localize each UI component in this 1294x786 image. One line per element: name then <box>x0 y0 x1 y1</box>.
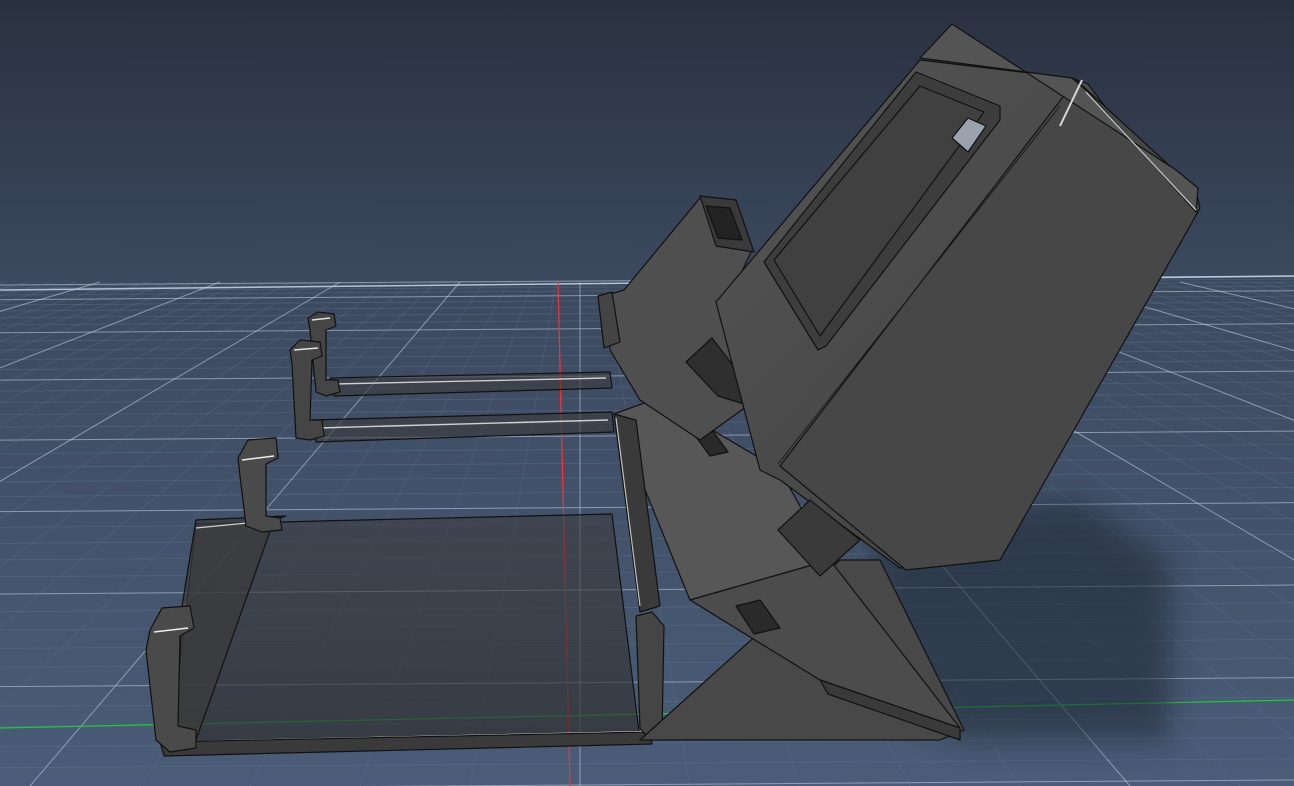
model-scene[interactable] <box>0 0 1294 786</box>
cad-3d-viewport[interactable] <box>0 0 1294 786</box>
tray-clip-right <box>635 611 665 739</box>
